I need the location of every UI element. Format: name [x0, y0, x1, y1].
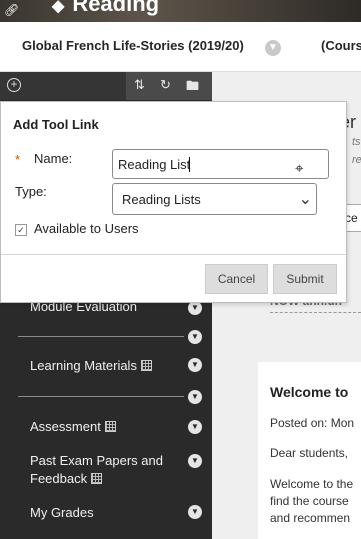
banner-title-text: Reading [72, 0, 160, 16]
announcement-greeting: Dear students, [270, 446, 349, 460]
add-tool-link-dialog: Add Tool Link * Name: ⌖ Type: Reading Li… [0, 101, 347, 303]
announcement-line: and recommen [270, 511, 351, 525]
chevron-down-icon: ⌄ [298, 191, 312, 208]
announcement-body: Welcome to the find the course and recom… [270, 476, 353, 527]
menu-item-learning-materials[interactable]: Learning Materials [30, 357, 152, 375]
chevron-down-icon[interactable]: ▼ [265, 40, 281, 56]
course-title[interactable]: Global French Life-Stories (2019/20) [22, 38, 244, 53]
dialog-title: Add Tool Link [13, 117, 99, 132]
menu-divider [18, 336, 184, 337]
menu-toolbar: + ⇅ ↻ 🖿︎ [0, 72, 212, 100]
menu-item-assessment[interactable]: Assessment [30, 418, 116, 436]
type-label: Type: [15, 184, 47, 199]
cancel-button[interactable]: Cancel [205, 264, 268, 294]
required-mark: * [15, 152, 21, 167]
submit-button[interactable]: Submit [273, 264, 337, 294]
grid-icon [140, 360, 152, 371]
announcement-card: Welcome to Posted on: Mon Dear students,… [258, 362, 361, 539]
available-label[interactable]: Available to Users [34, 221, 139, 236]
chevron-down-icon[interactable]: ▼ [188, 390, 202, 404]
chevron-down-icon[interactable]: ▼ [188, 358, 202, 372]
type-select-value: Reading Lists [122, 192, 201, 207]
type-select[interactable]: Reading Lists ⌄ [112, 183, 317, 215]
grid-icon [104, 421, 116, 432]
dashed-divider [270, 312, 361, 313]
menu-item-label: Past Exam Papers and [30, 453, 163, 468]
menu-item-label-line2: Feedback [30, 471, 88, 486]
chevron-down-icon[interactable]: ▼ [188, 505, 202, 519]
chevron-down-icon[interactable]: ▼ [188, 301, 202, 315]
dialog-divider [1, 254, 346, 255]
link-icon[interactable]: 🔗︎ [4, 3, 19, 17]
menu-item-label: Learning Materials [30, 358, 137, 373]
course-right-fragment[interactable]: (Cours [321, 38, 361, 53]
name-label: Name: [34, 151, 73, 166]
page-info-fragment: res [352, 154, 361, 166]
text-caret [189, 157, 190, 172]
page-info-fragment: ts [352, 136, 361, 148]
course-bar: Global French Life-Stories (2019/20) ▼ (… [0, 22, 361, 72]
chevron-down-icon[interactable]: ▼ [188, 330, 202, 344]
sort-icon[interactable]: ⇅ [134, 77, 145, 93]
announcement-date: Posted on: Mon [270, 416, 355, 430]
folder-icon[interactable]: 🖿︎ [186, 77, 199, 99]
available-checkbox[interactable]: ✓ [15, 224, 27, 236]
announcement-line: find the course [270, 494, 349, 508]
banner-title: ◆ Reading [52, 0, 159, 17]
announcement-line: Welcome to the [270, 477, 354, 491]
chevron-down-icon[interactable]: ▼ [188, 420, 202, 434]
diamond-icon: ◆ [52, 0, 65, 15]
plus-circle-icon[interactable]: + [7, 78, 21, 92]
grid-icon [91, 473, 103, 484]
announcement-title: Welcome to [270, 384, 349, 400]
menu-item-label: My Grades [30, 505, 94, 520]
menu-tools: ⇅ ↻ 🖿︎ [126, 72, 212, 100]
refresh-icon[interactable]: ↻ [160, 77, 171, 93]
menu-item-past-exam-papers[interactable]: Past Exam Papers and Feedback [30, 452, 163, 488]
chevron-down-icon[interactable]: ▼ [188, 454, 202, 468]
text-cursor-icon: ⌖ [295, 159, 304, 177]
menu-item-label: Assessment [30, 419, 101, 434]
menu-item-my-grades[interactable]: My Grades [30, 504, 94, 522]
menu-divider [18, 396, 184, 397]
course-banner: 🔗︎ ◆ Reading [0, 0, 361, 22]
